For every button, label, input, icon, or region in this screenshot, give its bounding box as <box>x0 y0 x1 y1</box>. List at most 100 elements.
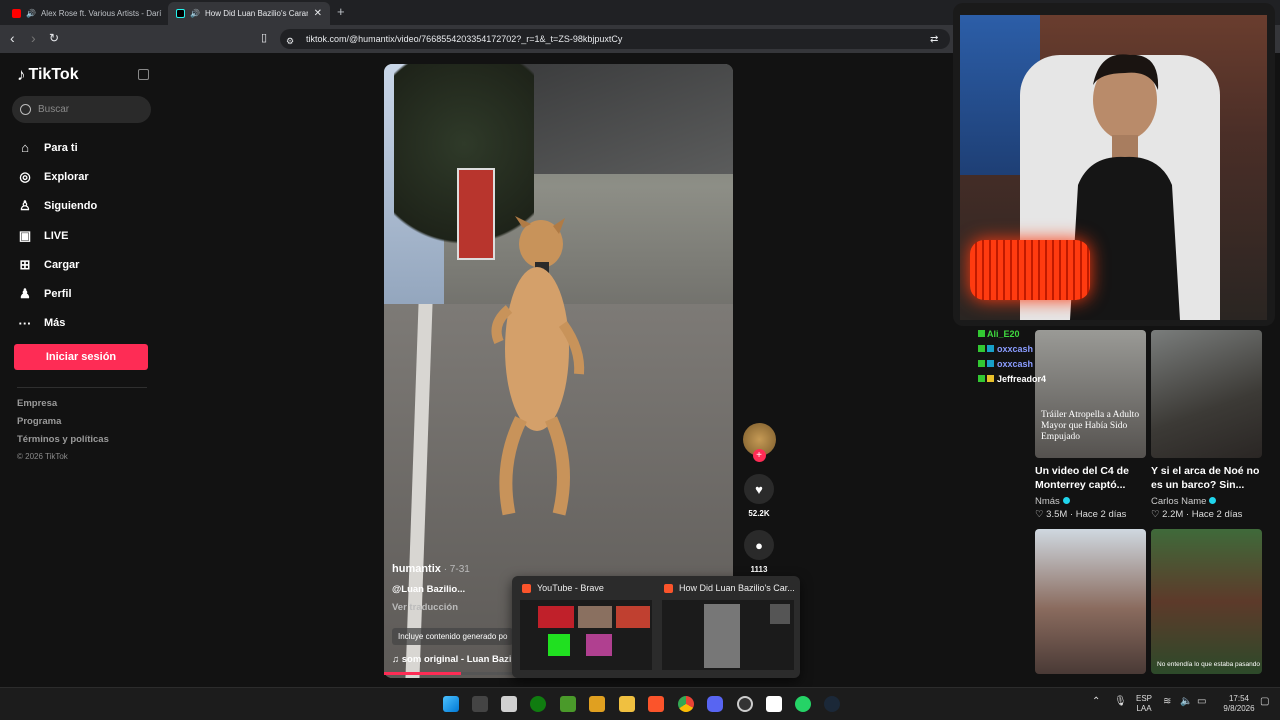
live-icon: ▣ <box>18 227 32 243</box>
sidebar-item-cargar[interactable]: ⊞ Cargar <box>17 250 97 279</box>
translate-link[interactable]: Ver traducción <box>392 602 470 613</box>
capcut-icon[interactable] <box>766 696 782 712</box>
clock-time: 17:54 <box>1228 694 1250 703</box>
creator-avatar[interactable]: + <box>742 423 776 462</box>
login-button[interactable]: Iniciar sesión <box>14 344 148 370</box>
footer-link-empresa[interactable]: Empresa <box>17 398 109 416</box>
brave-browser-icon[interactable] <box>648 696 664 712</box>
window-thumbnail <box>520 600 652 670</box>
back-icon[interactable]: ‹ <box>10 31 15 45</box>
file-explorer-icon[interactable] <box>619 696 635 712</box>
video-info: humantix · 7-31 @Luan Bazilio... Ver tra… <box>392 563 470 613</box>
bookmark-icon[interactable]: ▯ <box>261 31 267 45</box>
battery-icon[interactable]: ▭ <box>1197 697 1206 707</box>
sidebar-nav: ⌂ Para ti ◎ Explorar ♙ Siguiendo ▣ LIVE ⊞ Car… <box>17 133 98 338</box>
youtube-icon <box>12 9 21 18</box>
recommendation-author-2[interactable]: Carlos Name <box>1151 496 1217 507</box>
video-mention[interactable]: @Luan Bazilio... <box>392 584 470 595</box>
start-menu-icon[interactable] <box>443 696 459 712</box>
heart-icon: ♥ <box>755 481 763 497</box>
language-indicator[interactable]: ESP LAA <box>1136 694 1152 714</box>
video-actions: + ♥ 52.2K ● 1113 <box>742 423 776 574</box>
task-view-icon[interactable] <box>472 696 488 712</box>
profile-icon: ♟ <box>19 286 31 302</box>
recommendation-thumbnail-2[interactable] <box>1151 330 1262 458</box>
sidebar-item-label: Para ti <box>44 141 78 154</box>
forward-icon[interactable]: › <box>31 31 36 45</box>
thumbnail-overlay-text: Tráiler Atropella a Adulto Mayor que Hab… <box>1041 410 1140 442</box>
window-title: YouTube - Brave <box>537 583 604 593</box>
search-icon <box>20 104 31 115</box>
footer-link-terminos[interactable]: Términos y políticas <box>17 434 109 452</box>
footer-link-programa[interactable]: Programa <box>17 416 109 434</box>
video-author[interactable]: humantix <box>392 563 441 575</box>
sidebar-divider <box>17 387 147 388</box>
sidebar-item-mas[interactable]: ··· Más <box>17 309 97 338</box>
sidebar-item-siguiendo[interactable]: ♙ Siguiendo <box>17 192 97 221</box>
new-tab-button[interactable]: + <box>337 4 345 19</box>
discord-icon[interactable] <box>707 696 723 712</box>
minecraft-icon[interactable] <box>560 696 576 712</box>
heart-outline-icon: ♡ <box>1035 509 1047 520</box>
chat-message: oxxcash <box>978 356 1078 371</box>
recommendation-author-1[interactable]: Nmás <box>1035 496 1070 507</box>
window-preview-youtube[interactable]: YouTube - Brave <box>516 580 654 674</box>
notification-icon[interactable]: ▢ <box>1260 697 1269 707</box>
tab-tiktok[interactable]: 🔊 How Did Luan Bazilio's Caran ✕ <box>168 2 330 25</box>
like-button[interactable]: ♥ <box>744 474 774 504</box>
obs-icon[interactable] <box>737 696 753 712</box>
volume-icon[interactable]: 🔈 <box>1180 697 1192 707</box>
url-field[interactable]: tiktok.com/@humantix/video/7668554203354… <box>280 29 950 49</box>
comment-count: 1113 <box>750 565 768 574</box>
whatsapp-icon[interactable] <box>795 696 811 712</box>
sidebar-footer: Empresa Programa Términos y políticas © … <box>17 398 109 470</box>
recommendation-thumbnail-4[interactable]: No entendía lo que estaba pasando <box>1151 529 1262 674</box>
chrome-icon[interactable] <box>678 696 694 712</box>
tray-chevron-icon[interactable]: ⌃ <box>1092 697 1100 707</box>
site-info-icon[interactable]: ⚙ <box>286 34 294 48</box>
sidebar-item-label: Más <box>44 317 66 330</box>
video-date: · 7-31 <box>443 564 470 575</box>
collapse-sidebar-icon[interactable] <box>138 69 149 80</box>
view-count: 3.5M <box>1046 509 1068 520</box>
clock[interactable]: 17:54 9/8/2026 <box>1219 694 1259 714</box>
view-count: 2.2M <box>1162 509 1184 520</box>
comment-icon: ● <box>755 537 763 553</box>
video-sound[interactable]: ♫ som original - Luan Bazil <box>392 654 514 665</box>
language-code: ESP <box>1136 694 1153 703</box>
compass-icon: ◎ <box>19 168 31 184</box>
comment-button[interactable]: ● <box>744 530 774 560</box>
recommendation-title-2[interactable]: Y si el arca de Noé no es un barco? Sin.… <box>1151 464 1263 492</box>
translate-icon[interactable]: ⇄ <box>930 33 938 47</box>
thumbnail-overlay-text: No entendía lo que estaba pasando <box>1157 661 1261 668</box>
wifi-icon[interactable]: ≋ <box>1163 697 1171 707</box>
author-name: Carlos Name <box>1151 496 1207 507</box>
webcam-feed <box>960 15 1267 320</box>
recommendation-title-1[interactable]: Un video del C4 de Monterrey captó... <box>1035 464 1143 492</box>
recommendation-stats-2: ♡ 2.2M · Hace 2 días <box>1151 509 1243 520</box>
store-icon[interactable] <box>501 696 517 712</box>
follow-plus-icon[interactable]: + <box>752 449 766 462</box>
close-icon[interactable]: ✕ <box>308 8 322 19</box>
webcam-overlay <box>953 3 1275 326</box>
music-note-icon: ♫ <box>392 654 402 665</box>
sidebar-item-para-ti[interactable]: ⌂ Para ti <box>17 133 97 162</box>
game-app-icon[interactable] <box>589 696 605 712</box>
upload-icon: ⊞ <box>19 256 31 272</box>
recommendation-stats-1: ♡ 3.5M · Hace 2 días <box>1035 509 1127 520</box>
window-preview-tiktok[interactable]: How Did Luan Bazilio's Car... <box>658 580 796 674</box>
tab-youtube[interactable]: 🔊 Alex Rose ft. Various Artists - Darí <box>4 2 162 25</box>
webcam-heater <box>970 240 1090 300</box>
tiktok-logo[interactable]: ♪ TikTok <box>17 65 79 85</box>
sidebar-item-live[interactable]: ▣ LIVE <box>17 221 97 250</box>
search-input[interactable]: Buscar <box>12 96 151 123</box>
sidebar-item-explorar[interactable]: ◎ Explorar <box>17 162 97 191</box>
chat-message: Jeffreador4 <box>978 371 1078 386</box>
chat-badge-icon <box>978 360 985 367</box>
xbox-icon[interactable] <box>530 696 546 712</box>
microphone-icon[interactable]: 🎙 <box>1114 697 1127 707</box>
reload-icon[interactable]: ↻ <box>49 31 59 45</box>
sidebar-item-perfil[interactable]: ♟ Perfil <box>17 279 97 308</box>
recommendation-thumbnail-3[interactable] <box>1035 529 1146 674</box>
steam-icon[interactable] <box>824 696 840 712</box>
